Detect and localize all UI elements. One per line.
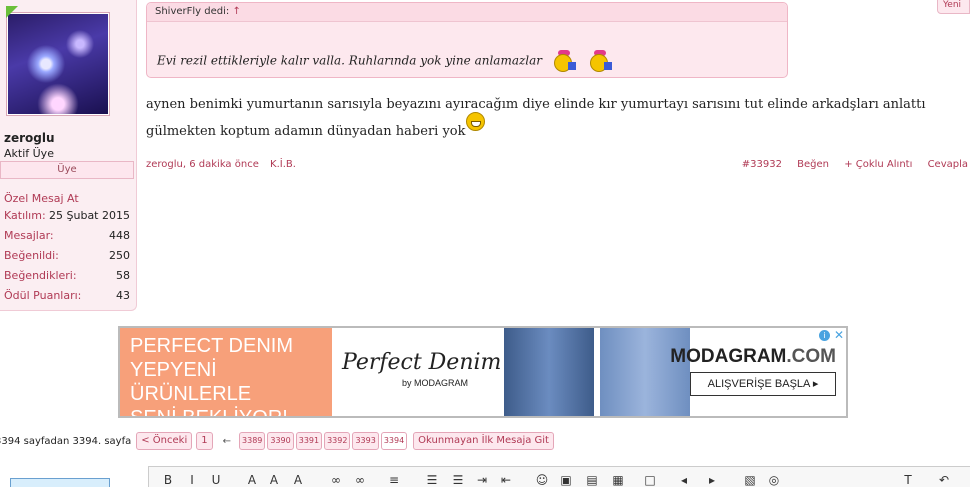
- page-jump-arrow-icon[interactable]: ←: [223, 436, 231, 447]
- user-info-panel: zeroglu Aktif Üye Üye Özel Mesaj At Katı…: [0, 0, 137, 311]
- reply-avatar-frame: [10, 478, 110, 487]
- image-icon[interactable]: ▣: [559, 473, 573, 487]
- smiley-icon[interactable]: ☺: [535, 473, 549, 487]
- indent-icon[interactable]: ⇥: [475, 473, 489, 487]
- page-link[interactable]: 3392: [324, 432, 351, 450]
- stat-value: 25 Şubat 2015: [49, 209, 130, 222]
- meta-actions: #33932 Beğen + Çoklu Alıntı Cevapla: [730, 159, 968, 170]
- ad-close-icon[interactable]: ✕: [834, 329, 844, 341]
- user-rank-badge: Üye: [0, 161, 134, 179]
- stat-likes-given: Beğendikleri: 58: [4, 269, 130, 289]
- box-icon[interactable]: □: [643, 473, 657, 487]
- stat-value: 448: [109, 229, 130, 242]
- message-line: aynen benimki yumurtanın sarısıyla beyaz…: [146, 97, 926, 112]
- align-icon[interactable]: ≡: [387, 473, 401, 487]
- font-size-icon[interactable]: A: [267, 473, 281, 487]
- ad-headline-line: PERFECT DENIM: [130, 335, 293, 357]
- page-link[interactable]: 3390: [267, 432, 294, 450]
- bold-icon[interactable]: B: [161, 473, 175, 487]
- ad-shop-button[interactable]: ALIŞVERİŞE BAŞLA ▸: [690, 372, 836, 396]
- camera-icon[interactable]: ◎: [767, 473, 781, 487]
- avatar-image[interactable]: [8, 14, 108, 114]
- username[interactable]: zeroglu: [4, 131, 55, 145]
- meta-left: zeroglu, 6 dakika önce K.İ.B.: [146, 159, 296, 170]
- smiley-bow-icon: [552, 50, 578, 72]
- post-permalink[interactable]: #33932: [742, 159, 782, 170]
- meta-author-link[interactable]: zeroglu: [146, 159, 183, 170]
- page-count-label: 3394 sayfadan 3394. sayfa: [0, 435, 132, 447]
- message-line: gülmekten koptum adamın dünyadan haberi …: [146, 124, 466, 139]
- list-icon[interactable]: ☰: [425, 473, 439, 487]
- unlink-icon[interactable]: ∞: [353, 473, 367, 487]
- private-message-link[interactable]: Özel Mesaj At: [4, 192, 79, 205]
- stat-label[interactable]: Ödül Puanları:: [4, 289, 81, 309]
- underline-icon[interactable]: U: [209, 473, 223, 487]
- stat-trophy-points: Ödül Puanları: 43: [4, 289, 130, 309]
- ad-headline-line: SENİ BEKLİYOR!: [130, 407, 288, 418]
- page-link[interactable]: 3393: [352, 432, 379, 450]
- ad-jeans-image: [504, 328, 594, 416]
- stat-label[interactable]: Beğenildi:: [4, 249, 59, 269]
- user-stats: Katılım: 25 Şubat 2015 Mesajlar: 448 Beğen…: [4, 209, 130, 309]
- first-page-button[interactable]: 1: [196, 432, 213, 450]
- redo-icon[interactable]: ▸: [705, 473, 719, 487]
- quote-body: Evi rezil ettikleriyle kalır valla. Ruhl…: [157, 50, 614, 72]
- quote-jump-icon[interactable]: ↑: [232, 6, 240, 17]
- quote-author[interactable]: ShiverFly dedi:: [155, 6, 229, 17]
- stat-messages: Mesajlar: 448: [4, 229, 130, 249]
- message-line-2: gülmekten koptum adamın dünyadan haberi …: [146, 112, 946, 145]
- ad-site-logo: MODAGRAM.COM: [670, 346, 836, 368]
- ad-brand-logo: Perfect Denim: [342, 350, 502, 375]
- quote-block: ShiverFly dedi: ↑ Evi rezil ettikleriyle…: [146, 2, 788, 78]
- online-indicator-icon: [6, 6, 18, 18]
- grin-smiley-icon: [465, 112, 485, 131]
- new-posts-tab[interactable]: Yeni: [937, 0, 970, 14]
- stat-label[interactable]: Beğendikleri:: [4, 269, 77, 289]
- ad-jeans-image: [600, 328, 690, 416]
- source-icon[interactable]: ↶: [937, 473, 951, 487]
- quote-header: ShiverFly dedi: ↑: [147, 3, 787, 22]
- user-title: Aktif Üye: [4, 147, 54, 160]
- italic-icon[interactable]: I: [185, 473, 199, 487]
- stat-label[interactable]: Mesajlar:: [4, 229, 54, 249]
- link-icon[interactable]: ∞: [329, 473, 343, 487]
- ad-headline[interactable]: PERFECT DENIM YEPYENİ ÜRÜNLERLE SENİ BEK…: [120, 328, 332, 416]
- stat-join-date: Katılım: 25 Şubat 2015: [4, 209, 130, 229]
- prev-page-button[interactable]: < Önceki: [136, 432, 193, 450]
- quote-text: Evi rezil ettikleriyle kalır valla. Ruhl…: [157, 53, 543, 68]
- undo-icon[interactable]: ◂: [677, 473, 691, 487]
- media-icon[interactable]: ▤: [585, 473, 599, 487]
- stat-value: 250: [109, 249, 130, 262]
- preview-icon[interactable]: ▧: [743, 473, 757, 487]
- smiley-bow-icon: [588, 50, 614, 72]
- stat-value: 58: [116, 269, 130, 282]
- numbered-list-icon[interactable]: ☰: [451, 473, 465, 487]
- ad-logo-main: MODAGRAM: [670, 346, 787, 367]
- font-icon[interactable]: A: [245, 473, 259, 487]
- ad-info-icon[interactable]: i: [819, 330, 830, 341]
- stat-likes-received: Beğenildi: 250: [4, 249, 130, 269]
- message-body: aynen benimki yumurtanın sarısıyla beyaz…: [146, 92, 946, 145]
- insert-icon[interactable]: ▦: [611, 473, 625, 487]
- first-unread-button[interactable]: Okunmayan İlk Mesaja Git: [413, 432, 554, 450]
- outdent-icon[interactable]: ⇤: [499, 473, 513, 487]
- page-link[interactable]: 3389: [239, 432, 266, 450]
- page-link[interactable]: 3391: [295, 432, 323, 450]
- ad-brand-sub: by MODAGRAM: [402, 378, 469, 388]
- meta-time[interactable]: 6 dakika önce: [189, 159, 259, 170]
- ad-logo-suffix: .COM: [786, 346, 836, 367]
- font-color-icon[interactable]: A: [291, 473, 305, 487]
- stat-label[interactable]: Katılım:: [4, 209, 46, 229]
- avatar[interactable]: [6, 12, 110, 116]
- current-page[interactable]: 3394: [380, 432, 408, 450]
- reply-button[interactable]: Cevapla: [928, 159, 968, 170]
- pagination: 3394 sayfadan 3394. sayfa < Önceki 1 ← 3…: [0, 432, 558, 450]
- multi-quote-button[interactable]: + Çoklu Alıntı: [844, 159, 912, 170]
- advertisement-banner[interactable]: PERFECT DENIM YEPYENİ ÜRÜNLERLE SENİ BEK…: [118, 326, 848, 418]
- report-link[interactable]: K.İ.B.: [270, 159, 296, 170]
- ad-headline-line: YEPYENİ ÜRÜNLERLE: [130, 359, 252, 405]
- stat-value: 43: [116, 289, 130, 302]
- like-button[interactable]: Beğen: [797, 159, 829, 170]
- remove-format-icon[interactable]: T: [901, 473, 915, 487]
